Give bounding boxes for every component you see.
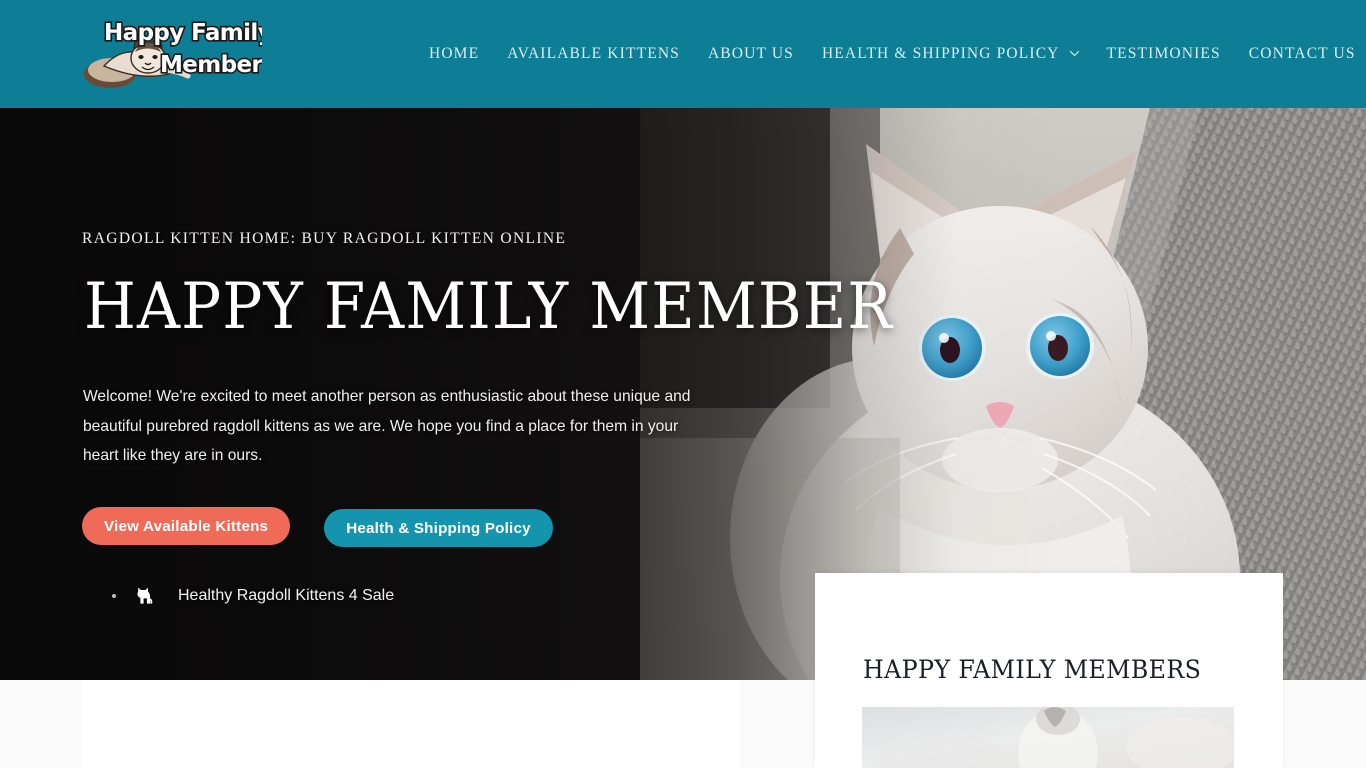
nav-label: CONTACT US (1248, 45, 1356, 62)
nav-item-health-shipping-policy[interactable]: HEALTH & SHIPPING POLICY (808, 45, 1093, 63)
happy-family-members-card: HAPPY FAMILY MEMBERS (815, 573, 1283, 768)
hero-cta-group: View Available Kittens Health & Shipping… (82, 507, 553, 547)
cat-icon (134, 586, 154, 606)
nav-item-about-us[interactable]: ABOUT US (694, 45, 808, 63)
hero-paragraph: Welcome! We're excited to meet another p… (83, 388, 691, 464)
site-header: Happy Family Member HOME AVAILABLE KITTE… (0, 0, 1366, 108)
nav-label: HEALTH & SHIPPING POLICY (821, 45, 1060, 62)
site-logo[interactable]: Happy Family Member (82, 14, 262, 92)
nav-item-contact-us[interactable]: CONTACT US (1235, 45, 1366, 63)
nav-label: ABOUT US (707, 45, 794, 62)
list-item: Healthy Ragdoll Kittens 4 Sale (112, 583, 394, 609)
main-navigation: HOME AVAILABLE KITTENS ABOUT US HEALTH &… (415, 0, 1366, 108)
list-item-label: Healthy Ragdoll Kittens 4 Sale (178, 587, 395, 604)
nav-item-available-kittens[interactable]: AVAILABLE KITTENS (493, 45, 694, 63)
bullet-dot (112, 594, 116, 598)
nav-label: AVAILABLE KITTENS (507, 45, 680, 62)
view-available-kittens-button[interactable]: View Available Kittens (82, 507, 291, 545)
nav-label: TESTIMONIES (1106, 45, 1221, 62)
hero-eyebrow: RAGDOLL KITTEN HOME: BUY RAGDOLL KITTEN … (82, 230, 567, 247)
chevron-down-icon[interactable] (1069, 48, 1079, 58)
page-title: HAPPY FAMILY MEMBER (84, 270, 894, 344)
nav-label: HOME (429, 45, 480, 62)
nav-item-testimonies[interactable]: TESTIMONIES (1093, 45, 1235, 63)
below-fold-panel (82, 680, 740, 768)
svg-text:Happy Family: Happy Family (104, 20, 262, 46)
health-shipping-policy-button[interactable]: Health & Shipping Policy (324, 509, 553, 547)
logo-graphic: Happy Family Member (84, 18, 262, 88)
nav-item-home[interactable]: HOME (415, 45, 493, 63)
hero-feature-list: Healthy Ragdoll Kittens 4 Sale (112, 583, 394, 609)
members-card-photo[interactable] (862, 707, 1234, 768)
page-root: Happy Family Member HOME AVAILABLE KITTE… (0, 0, 1366, 768)
hero-content: RAGDOLL KITTEN HOME: BUY RAGDOLL KITTEN … (82, 108, 892, 680)
svg-text:Member: Member (160, 52, 262, 78)
members-card-title: HAPPY FAMILY MEMBERS (863, 655, 1202, 684)
